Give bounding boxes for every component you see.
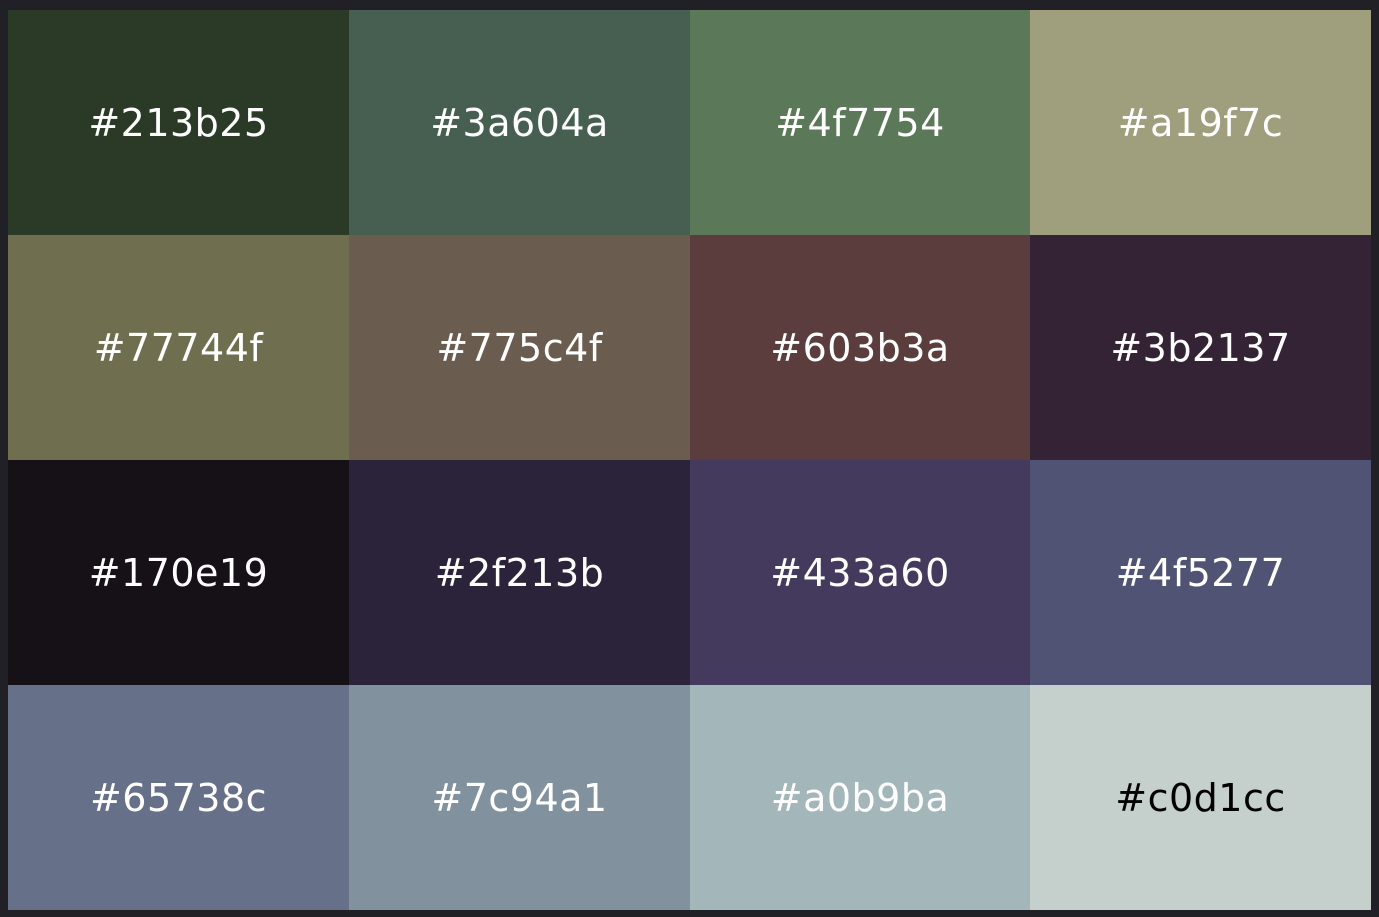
- color-swatch[interactable]: #a0b9ba: [690, 685, 1030, 910]
- swatch-hex-label: #2f213b: [434, 550, 605, 595]
- color-swatch[interactable]: #433a60: [690, 460, 1030, 685]
- color-swatch[interactable]: #4f5277: [1030, 460, 1371, 685]
- swatch-hex-label: #a0b9ba: [770, 775, 950, 820]
- color-swatch[interactable]: #213b25: [8, 10, 349, 235]
- swatch-hex-label: #a19f7c: [1117, 100, 1284, 145]
- color-swatch[interactable]: #65738c: [8, 685, 349, 910]
- swatch-hex-label: #3b2137: [1110, 325, 1291, 370]
- swatch-hex-label: #775c4f: [436, 325, 603, 370]
- color-swatch[interactable]: #170e19: [8, 460, 349, 685]
- swatch-hex-label: #c0d1cc: [1115, 775, 1286, 820]
- color-swatch[interactable]: #77744f: [8, 235, 349, 460]
- color-swatch[interactable]: #3a604a: [349, 10, 690, 235]
- color-swatch[interactable]: #c0d1cc: [1030, 685, 1371, 910]
- swatch-hex-label: #77744f: [93, 325, 264, 370]
- color-swatch[interactable]: #2f213b: [349, 460, 690, 685]
- swatch-hex-label: #170e19: [88, 550, 269, 595]
- palette-grid: #213b25 #3a604a #4f7754 #a19f7c #77744f …: [8, 10, 1371, 910]
- color-swatch[interactable]: #4f7754: [690, 10, 1030, 235]
- color-swatch[interactable]: #603b3a: [690, 235, 1030, 460]
- color-swatch[interactable]: #7c94a1: [349, 685, 690, 910]
- swatch-hex-label: #65738c: [89, 775, 268, 820]
- swatch-hex-label: #603b3a: [770, 325, 950, 370]
- swatch-hex-label: #7c94a1: [431, 775, 608, 820]
- swatch-hex-label: #433a60: [770, 550, 950, 595]
- color-swatch[interactable]: #a19f7c: [1030, 10, 1371, 235]
- color-swatch[interactable]: #775c4f: [349, 235, 690, 460]
- swatch-hex-label: #4f7754: [775, 100, 945, 145]
- swatch-hex-label: #4f5277: [1115, 550, 1286, 595]
- swatch-hex-label: #213b25: [88, 100, 269, 145]
- swatch-hex-label: #3a604a: [430, 100, 609, 145]
- color-swatch[interactable]: #3b2137: [1030, 235, 1371, 460]
